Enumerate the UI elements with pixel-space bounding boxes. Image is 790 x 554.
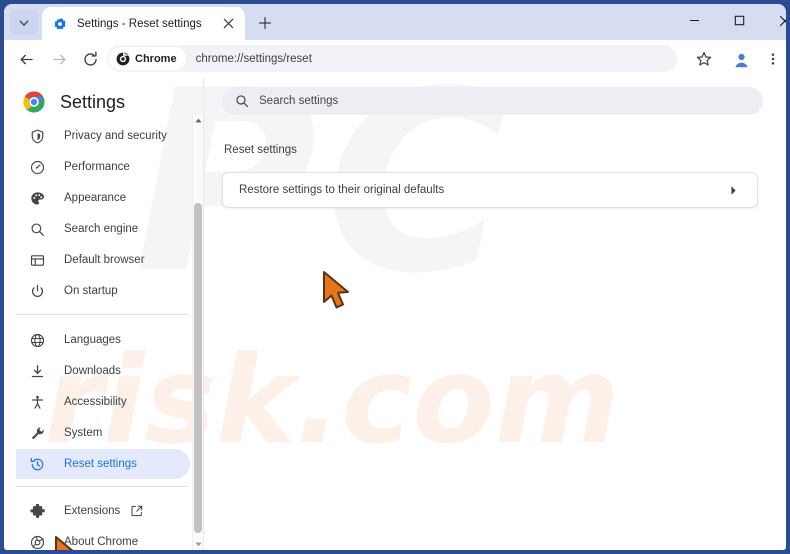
- sidebar-item-downloads[interactable]: Downloads: [16, 356, 190, 386]
- browser-toolbar: Chrome chrome://settings/reset: [4, 40, 786, 77]
- tab-title: Settings - Reset settings: [77, 17, 202, 30]
- globe-icon: [27, 330, 47, 350]
- speedometer-icon: [27, 157, 47, 177]
- chevron-down-icon: [19, 20, 29, 26]
- sidebar-item-reset-settings[interactable]: Reset settings: [16, 449, 190, 479]
- forward-button[interactable]: [45, 45, 73, 73]
- sidebar-item-label: System: [64, 427, 103, 439]
- sidebar-item-label: Languages: [64, 334, 121, 346]
- restore-settings-label: Restore settings to their original defau…: [239, 184, 445, 196]
- profile-avatar-icon: [731, 49, 751, 69]
- sidebar-item-on-startup[interactable]: On startup: [16, 276, 190, 306]
- external-link-icon: [130, 505, 143, 518]
- bookmark-button[interactable]: [690, 45, 718, 73]
- close-button[interactable]: [762, 4, 786, 37]
- accessibility-icon: [27, 392, 47, 412]
- maximize-button[interactable]: [717, 4, 762, 37]
- sidebar-item-performance[interactable]: Performance: [16, 152, 190, 182]
- chrome-circle-icon: [27, 532, 47, 550]
- sidebar-item-label: Downloads: [64, 365, 121, 377]
- settings-page: PC risk.com Settings Privacy and securit…: [4, 77, 786, 550]
- chrome-menu-button[interactable]: [759, 45, 786, 73]
- profile-button[interactable]: [727, 45, 755, 73]
- sidebar-scrollbar[interactable]: [192, 115, 203, 550]
- chrome-circle-icon: [116, 52, 130, 65]
- close-tab-icon[interactable]: [219, 15, 237, 33]
- section-title: Reset settings: [224, 144, 297, 156]
- sidebar-item-label: Performance: [64, 161, 130, 173]
- search-placeholder: Search settings: [259, 95, 339, 107]
- download-icon: [27, 361, 47, 381]
- forward-arrow-icon: [52, 54, 65, 64]
- address-bar-url: chrome://settings/reset: [195, 52, 312, 65]
- search-settings-input[interactable]: Search settings: [222, 87, 763, 115]
- browser-window-icon: [27, 250, 47, 270]
- settings-sidebar: Settings Privacy and security Performanc…: [4, 77, 203, 550]
- sidebar-item-search-engine[interactable]: Search engine: [16, 214, 190, 244]
- scrollbar-down-arrow[interactable]: [193, 539, 203, 550]
- minimize-icon: [690, 19, 699, 22]
- tab-search-button[interactable]: [10, 10, 38, 35]
- sidebar-item-label: Reset settings: [64, 458, 137, 470]
- reload-button[interactable]: [76, 45, 104, 73]
- sidebar-divider-1: [16, 314, 188, 315]
- page-title: Settings: [60, 91, 126, 112]
- scrollbar-thumb[interactable]: [194, 203, 202, 533]
- tab-strip: Settings - Reset settings: [4, 4, 786, 40]
- sidebar-item-default-browser[interactable]: Default browser: [16, 245, 190, 275]
- sidebar-item-system[interactable]: System: [16, 418, 190, 448]
- sidebar-item-label: About Chrome: [64, 536, 139, 548]
- sidebar-divider-2: [16, 486, 188, 487]
- sidebar-item-languages[interactable]: Languages: [16, 325, 190, 355]
- sidebar-item-extensions[interactable]: Extensions: [16, 496, 190, 526]
- history-clock-icon: [27, 454, 47, 474]
- magnifier-icon: [27, 219, 47, 239]
- shield-icon: [27, 126, 47, 146]
- caret-down-icon: [194, 542, 202, 547]
- new-tab-button[interactable]: [253, 11, 277, 35]
- puzzle-piece-icon: [27, 501, 47, 521]
- sidebar-item-label: Default browser: [64, 254, 145, 266]
- sidebar-item-label: Accessibility: [64, 396, 127, 408]
- chrome-logo-icon: [23, 91, 45, 113]
- sidebar-item-label: Appearance: [64, 192, 127, 204]
- chrome-origin-chip[interactable]: Chrome: [109, 47, 186, 70]
- plus-icon: [258, 16, 272, 30]
- sidebar-item-accessibility[interactable]: Accessibility: [16, 387, 190, 417]
- close-icon: [779, 15, 786, 26]
- palette-icon: [27, 188, 47, 208]
- three-dot-menu-icon: [771, 53, 775, 65]
- sidebar-item-privacy-and-security[interactable]: Privacy and security: [16, 121, 190, 151]
- sidebar-item-label: Extensions: [64, 505, 121, 517]
- sidebar-item-label: On startup: [64, 285, 118, 297]
- restore-settings-row[interactable]: Restore settings to their original defau…: [222, 172, 758, 208]
- minimize-button[interactable]: [672, 4, 717, 37]
- settings-gear-icon: [52, 16, 68, 32]
- settings-content: Search settings Reset settings Restore s…: [204, 77, 786, 550]
- back-arrow-icon: [20, 54, 33, 64]
- sidebar-item-appearance[interactable]: Appearance: [16, 183, 190, 213]
- wrench-icon: [27, 423, 47, 443]
- star-icon: [696, 52, 712, 66]
- scrollbar-up-arrow[interactable]: [193, 115, 203, 126]
- maximize-icon: [734, 15, 745, 26]
- back-button[interactable]: [12, 45, 40, 73]
- chevron-right-icon: [727, 184, 739, 196]
- sidebar-item-about-chrome[interactable]: About Chrome: [16, 527, 190, 550]
- caret-up-icon: [194, 118, 202, 123]
- reload-icon: [83, 51, 97, 66]
- address-bar[interactable]: Chrome chrome://settings/reset: [107, 45, 677, 72]
- browser-window: Settings - Reset settings Chrome chrome:…: [0, 0, 790, 554]
- search-icon: [234, 94, 249, 109]
- sidebar-item-label: Search engine: [64, 223, 139, 235]
- settings-header: Settings: [4, 85, 200, 119]
- chrome-chip-label: Chrome: [135, 52, 177, 65]
- browser-tab-active[interactable]: Settings - Reset settings: [42, 7, 245, 40]
- power-icon: [27, 281, 47, 301]
- sidebar-item-label: Privacy and security: [64, 130, 167, 142]
- browser-window-inner: Settings - Reset settings Chrome chrome:…: [4, 4, 786, 550]
